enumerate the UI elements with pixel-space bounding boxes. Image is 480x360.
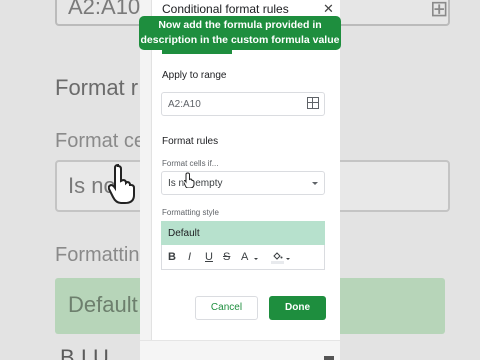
text-color-button[interactable]: A — [241, 251, 248, 263]
panel-scrollbar[interactable] — [140, 0, 152, 360]
done-button[interactable]: Done — [269, 296, 326, 320]
fill-color-caret-icon — [286, 258, 290, 260]
style-preview-text: Default — [168, 228, 200, 239]
format-rules-label: Format rules — [162, 136, 219, 147]
close-icon[interactable]: ✕ — [323, 1, 334, 17]
panel-title: Conditional format rules — [162, 2, 289, 16]
underline-button[interactable]: U — [205, 251, 213, 263]
bg-grid-icon: ⊞ — [430, 0, 449, 21]
bg-formatting-style-label: Formatting — [55, 244, 151, 266]
formatting-style-label: Formatting style — [162, 208, 219, 217]
add-rule-strip — [140, 340, 340, 360]
bg-format-rules-label: Format r — [55, 75, 139, 100]
fill-color-icon[interactable] — [272, 252, 283, 260]
pointer-hand-icon — [184, 172, 195, 188]
hand-cursor-icon — [108, 164, 135, 204]
bg-toolbar-text: B I U — [60, 345, 109, 360]
fill-color-swatch — [271, 261, 284, 264]
cancel-button[interactable]: Cancel — [195, 296, 258, 320]
bottom-square-icon — [324, 356, 334, 360]
select-range-icon[interactable] — [307, 97, 319, 109]
format-cells-if-label: Format cells if... — [162, 159, 219, 168]
apply-to-range-label: Apply to range — [162, 70, 227, 81]
range-input-value: A2:A10 — [168, 99, 201, 110]
bg-default-text: Default — [68, 292, 138, 317]
italic-button[interactable]: I — [188, 251, 191, 263]
bg-range-text: A2:A10 — [68, 0, 141, 19]
text-color-caret-icon — [254, 258, 258, 260]
strikethrough-button[interactable]: S — [223, 251, 230, 263]
tutorial-caption: Now add the formula provided in descript… — [139, 16, 341, 50]
bg-format-cells-label: Format cel — [55, 130, 150, 152]
bold-button[interactable]: B — [168, 251, 176, 263]
chevron-down-icon[interactable] — [312, 182, 318, 185]
tab-underline — [162, 50, 232, 54]
